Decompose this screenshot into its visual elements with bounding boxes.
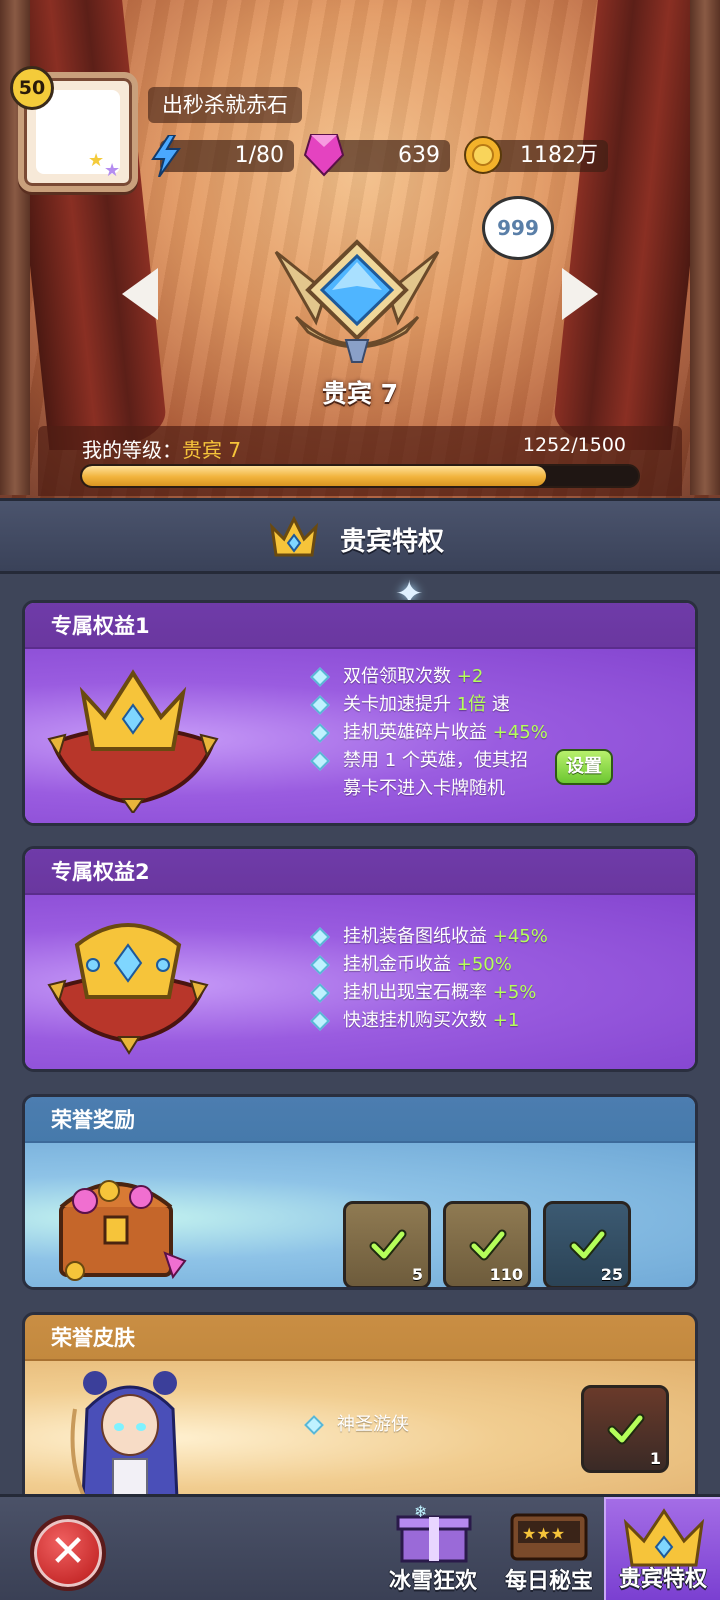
pillar-right [690,0,720,495]
perk-card-1: 专属权益1 双倍领取次数 +2 关卡加速提升 1倍 速 挂机英雄碎片收益 +45… [22,600,698,826]
reward-quantity: 1 [649,1449,661,1468]
tab-label: 冰雪狂欢 [388,1569,477,1594]
gift-box-icon: ❄ [396,1503,472,1563]
level-panel: 我的等级：贵宾 7 1252/1500 [38,426,682,496]
diamond-bullet-icon [310,667,330,687]
perk-item: 挂机金币收益 +50% [309,951,548,979]
prev-arrow-icon[interactable] [122,268,158,320]
tab-label: 每日秘宝 [504,1569,593,1594]
reward-tile[interactable]: 5 [343,1201,431,1287]
reward-quantity: 110 [489,1265,523,1284]
perk-item-continued: 募卡不进入卡牌随机 [343,778,505,799]
diamond-bullet-icon [310,723,330,743]
reward-tile[interactable]: 25 [543,1201,631,1287]
honor-skin-card: 荣誉皮肤 神圣游侠 1 [22,1312,698,1512]
diamond-bullet-icon [310,955,330,975]
perk-item: 双倍领取次数 +2 [309,663,548,691]
perk-card-1-title: 专属权益1 [25,603,695,649]
check-icon [607,1413,645,1445]
honor-reward-title: 荣誉奖励 [25,1097,695,1143]
check-icon [469,1229,507,1261]
tab-label: 贵宾特权 [618,1567,707,1592]
reward-quantity: 5 [411,1265,423,1284]
crown-pillow-icon [43,663,223,817]
perk-item: 快速挂机购买次数 +1 [309,1007,548,1035]
perk-item: 挂机装备图纸收益 +45% [309,923,548,951]
treasure-chest-icon [45,1151,195,1287]
skin-name: 神圣游侠 [303,1411,409,1439]
reward-tile[interactable]: 110 [443,1201,531,1287]
skin-reward-tile[interactable]: 1 [581,1385,669,1473]
ranger-character-icon [65,1369,195,1509]
reward-quantity: 25 [600,1265,623,1284]
check-icon [369,1229,407,1261]
section-title: 贵宾特权 [340,527,445,557]
bottom-nav: ✕ ❄ 冰雪狂欢 ★★★ 每日秘宝 贵宾特权 [0,1494,720,1600]
perk-item: 挂机英雄碎片收益 +45% [309,719,548,747]
tab-daily-treasure[interactable]: ★★★ 每日秘宝 [490,1497,608,1600]
level-progress-text: 1252/1500 [522,434,626,456]
star-icon: ★ [88,150,105,171]
crown-icon [268,515,320,565]
vip-stage: ★ ★ 50 出秒杀就赤石 1/80 639 1182万 999 贵宾 7 我的… [0,0,720,498]
close-icon: ✕ [49,1526,87,1577]
honor-skin-title: 荣誉皮肤 [25,1315,695,1361]
vip-level-title: 贵宾 7 [321,379,399,408]
diamond-bullet-icon [310,927,330,947]
diamond-bullet-icon [310,695,330,715]
crown-pillow-icon [43,905,213,1059]
tab-vip-privilege[interactable]: 贵宾特权 [604,1497,720,1600]
tab-snow-carnival[interactable]: ❄ 冰雪狂欢 [374,1497,492,1600]
perk-item: 挂机出现宝石概率 +5% [309,979,548,1007]
pink-gem-icon [302,132,346,178]
lightning-icon [146,134,186,178]
svg-text:★★★: ★★★ [522,1524,565,1543]
level-progress-fill [82,466,547,486]
star-icon: ★ [104,160,121,181]
diamond-bullet-icon [304,1415,324,1435]
gold-coin-icon [462,134,504,176]
notification-bubble[interactable]: 999 [482,196,554,260]
settings-button[interactable]: 设置 [555,749,613,785]
perk-list-1: 双倍领取次数 +2 关卡加速提升 1倍 速 挂机英雄碎片收益 +45% 禁用 1… [309,663,548,803]
perk-card-2: 专属权益2 挂机装备图纸收益 +45% 挂机金币收益 +50% 挂机出现宝石概率… [22,846,698,1072]
player-level-badge: 50 [10,66,54,110]
honor-reward-card: 荣誉奖励 5 110 25 [22,1094,698,1290]
vip-emblem [266,222,448,372]
perk-card-2-title: 专属权益2 [25,849,695,895]
next-arrow-icon[interactable] [562,268,598,320]
close-button[interactable]: ✕ [30,1515,106,1591]
diamond-bullet-icon [310,1011,330,1031]
perk-item: 禁用 1 个英雄，使其招 [309,747,548,775]
player-name: 出秒杀就赤石 [148,87,302,123]
diamond-bullet-icon [310,751,330,771]
section-header: 贵宾特权 [0,498,720,574]
my-level-label: 我的等级：贵宾 7 [82,438,242,462]
treasure-box-icon: ★★★ [510,1513,588,1561]
crown-icon [623,1508,705,1567]
svg-text:❄: ❄ [414,1503,427,1521]
diamond-bullet-icon [310,983,330,1003]
perk-list-2: 挂机装备图纸收益 +45% 挂机金币收益 +50% 挂机出现宝石概率 +5% 快… [309,923,548,1035]
level-progress-bar [80,464,640,488]
check-icon [569,1229,607,1261]
perk-item: 关卡加速提升 1倍 速 [309,691,548,719]
